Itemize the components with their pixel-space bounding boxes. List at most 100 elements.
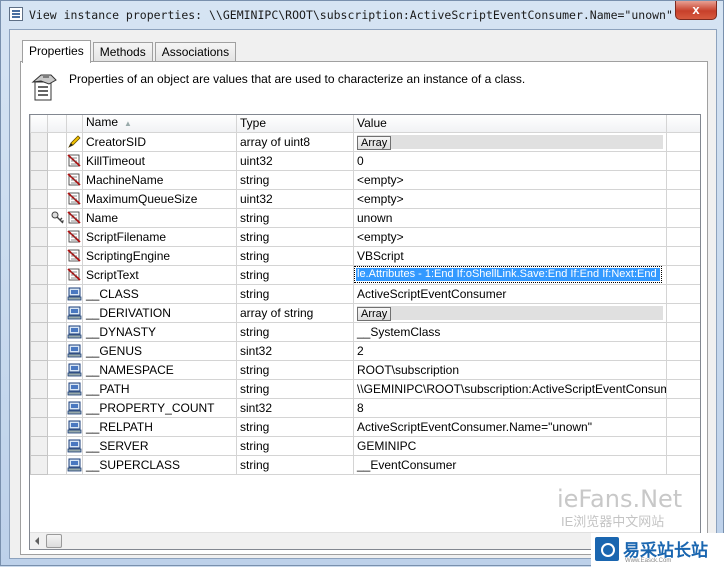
property-type[interactable]: sint32 [236,340,354,361]
row-selector[interactable] [30,188,48,209]
row-selector[interactable] [30,150,48,171]
row-selector[interactable] [30,302,48,323]
property-type[interactable]: string [236,264,354,285]
property-type[interactable]: string [236,454,354,475]
value-edit-field[interactable]: le.Attributes - 1:End If:oShellLink.Save… [354,266,662,283]
property-value[interactable]: le.Attributes - 1:End If:oShellLink.Save… [353,264,667,285]
property-name[interactable]: ScriptText [82,264,237,285]
property-name[interactable]: MachineName [82,169,237,190]
row-selector[interactable] [30,283,48,304]
property-name[interactable]: Name [82,207,237,228]
row-selector[interactable] [30,397,48,418]
table-row[interactable]: __NAMESPACE string ROOT\subscription [30,359,700,380]
property-type[interactable]: sint32 [236,397,354,418]
row-selector[interactable] [30,264,48,285]
property-type[interactable]: string [236,378,354,399]
property-value[interactable]: 0 [353,150,667,171]
close-button[interactable]: x [675,1,717,20]
property-value[interactable]: <empty> [353,169,667,190]
property-type[interactable]: string [236,283,354,304]
property-name[interactable]: MaximumQueueSize [82,188,237,209]
scroll-thumb[interactable] [46,534,62,548]
property-value[interactable]: 2 [353,340,667,361]
row-selector[interactable] [30,454,48,475]
table-row[interactable]: __DERIVATION array of string Array [30,302,700,323]
property-type[interactable]: array of string [236,302,354,323]
property-value[interactable]: unown [353,207,667,228]
table-row[interactable]: __SUPERCLASS string __EventConsumer [30,454,700,475]
table-row[interactable]: CreatorSID array of uint8 Array [30,131,700,152]
property-name[interactable]: __DYNASTY [82,321,237,342]
property-type[interactable]: string [236,435,354,456]
scroll-left-icon[interactable] [35,537,39,545]
row-selector[interactable] [30,340,48,361]
row-selector[interactable] [30,245,48,266]
column-header-type[interactable]: Type [236,115,354,133]
table-row[interactable]: __SERVER string GEMINIPC [30,435,700,456]
property-value[interactable]: Array [353,302,667,323]
property-value[interactable]: \\GEMINIPC\ROOT\subscription:ActiveScrip… [353,378,667,399]
title-bar[interactable]: View instance properties: \\GEMINIPC\ROO… [1,1,723,29]
table-row[interactable]: ScriptFilename string <empty> [30,226,700,247]
table-row[interactable]: ScriptingEngine string VBScript [30,245,700,266]
property-value[interactable]: __SystemClass [353,321,667,342]
table-row[interactable]: __CLASS string ActiveScriptEventConsumer [30,283,700,304]
property-type[interactable]: uint32 [236,188,354,209]
property-value[interactable]: <empty> [353,226,667,247]
table-row[interactable]: __RELPATH string ActiveScriptEventConsumer… [30,416,700,437]
column-header-value[interactable]: Value [353,115,667,133]
property-value[interactable]: <empty> [353,188,667,209]
property-type[interactable]: string [236,245,354,266]
property-type[interactable]: uint32 [236,150,354,171]
property-type[interactable]: string [236,359,354,380]
property-value[interactable]: ActiveScriptEventConsumer [353,283,667,304]
property-value[interactable]: GEMINIPC [353,435,667,456]
table-row[interactable]: __PROPERTY_COUNT sint32 8 [30,397,700,418]
array-button[interactable]: Array [357,307,392,321]
array-button[interactable]: Array [357,136,392,150]
property-name[interactable]: ScriptingEngine [82,245,237,266]
property-name[interactable]: __CLASS [82,283,237,304]
property-type[interactable]: string [236,169,354,190]
property-type[interactable]: array of uint8 [236,131,354,152]
property-value[interactable]: ROOT\subscription [353,359,667,380]
row-selector[interactable] [30,169,48,190]
property-name[interactable]: CreatorSID [82,131,237,152]
property-type[interactable]: string [236,416,354,437]
table-row[interactable]: MaximumQueueSize uint32 <empty> [30,188,700,209]
property-name[interactable]: __NAMESPACE [82,359,237,380]
tab-associations[interactable]: Associations [154,42,237,62]
row-selector[interactable] [30,226,48,247]
row-selector[interactable] [30,207,48,228]
property-name[interactable]: ScriptFilename [82,226,237,247]
property-type[interactable]: string [236,226,354,247]
table-row[interactable]: __PATH string \\GEMINIPC\ROOT\subscription… [30,378,700,399]
row-selector[interactable] [30,359,48,380]
tab-properties[interactable]: Properties [22,40,91,63]
row-selector[interactable] [30,435,48,456]
row-selector[interactable] [30,416,48,437]
property-name[interactable]: __PATH [82,378,237,399]
row-selector[interactable] [30,378,48,399]
property-value[interactable]: Array [353,131,667,152]
property-name[interactable]: __SUPERCLASS [82,454,237,475]
property-value[interactable]: ActiveScriptEventConsumer.Name="unown" [353,416,667,437]
property-name[interactable]: __SERVER [82,435,237,456]
property-value[interactable]: VBScript [353,245,667,266]
column-header-name[interactable]: Name ▲ [82,115,237,133]
property-type[interactable]: string [236,207,354,228]
tab-methods[interactable]: Methods [92,42,153,62]
property-name[interactable]: KillTimeout [82,150,237,171]
property-name[interactable]: __PROPERTY_COUNT [82,397,237,418]
property-name[interactable]: __RELPATH [82,416,237,437]
row-selector[interactable] [30,321,48,342]
table-row[interactable]: KillTimeout uint32 0 [30,150,700,171]
row-selector[interactable] [30,131,48,152]
table-row[interactable]: Name string unown [30,207,700,228]
table-row[interactable]: MachineName string <empty> [30,169,700,190]
property-value[interactable]: __EventConsumer [353,454,667,475]
table-row[interactable]: ScriptText string le.Attributes - 1:End If… [30,264,700,285]
property-name[interactable]: __DERIVATION [82,302,237,323]
property-type[interactable]: string [236,321,354,342]
table-row[interactable]: __GENUS sint32 2 [30,340,700,361]
